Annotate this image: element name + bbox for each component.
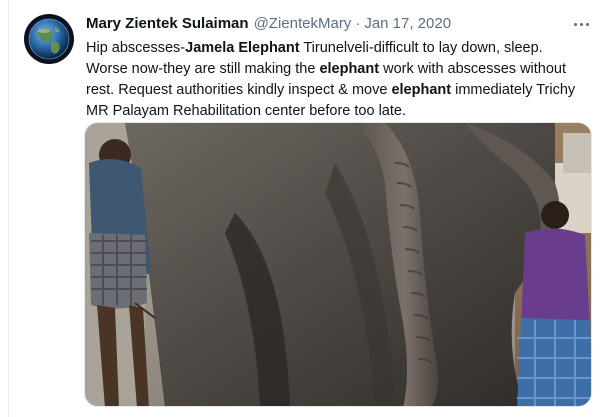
avatar[interactable] <box>24 14 74 64</box>
author-name[interactable]: Mary Zientek Sulaiman <box>86 15 249 32</box>
tweet-date[interactable]: Jan 17, 2020 <box>364 15 451 32</box>
dot <box>579 22 583 26</box>
text-segment: work with abscesses without <box>379 61 567 77</box>
tweet-text-line: MR Palayam Rehabilitation center before … <box>86 101 596 122</box>
tweet-card[interactable]: Mary Zientek Sulaiman @ZientekMary · Jan… <box>0 0 607 417</box>
text-segment: Tirunelveli-difficult to lay down, sleep… <box>299 40 543 56</box>
more-options-icon[interactable] <box>568 14 594 34</box>
dot <box>573 22 577 26</box>
tweet-text-line: Hip abscesses-Jamela Elephant Tirunelvel… <box>86 38 596 59</box>
dot <box>585 22 589 26</box>
tweet-photo[interactable] <box>84 122 592 407</box>
elephant-photo <box>85 123 591 406</box>
tweet-text-line: Worse now-they are still making the elep… <box>86 59 596 80</box>
divider <box>8 0 9 417</box>
text-segment: Worse now-they are still making the <box>86 61 320 77</box>
text-segment: rest. Request authorities kindly inspect… <box>86 82 392 98</box>
text-segment: MR Palayam Rehabilitation center before … <box>86 103 406 119</box>
highlighted-keyword: elephant <box>319 61 380 77</box>
tweet-header: Mary Zientek Sulaiman @ZientekMary · Jan… <box>86 15 451 35</box>
highlighted-keyword: elephant <box>391 82 452 98</box>
text-segment: Hip abscesses- <box>86 40 186 56</box>
earth-globe-avatar-icon <box>24 14 74 64</box>
highlighted-keyword: Jamela Elephant <box>185 40 300 56</box>
author-handle[interactable]: @ZientekMary <box>254 15 352 32</box>
text-segment: immediately Trichy <box>451 82 576 98</box>
tweet-text-line: rest. Request authorities kindly inspect… <box>86 80 596 101</box>
separator-dot: · <box>355 15 361 32</box>
tweet-text: Hip abscesses-Jamela Elephant Tirunelvel… <box>86 38 596 122</box>
